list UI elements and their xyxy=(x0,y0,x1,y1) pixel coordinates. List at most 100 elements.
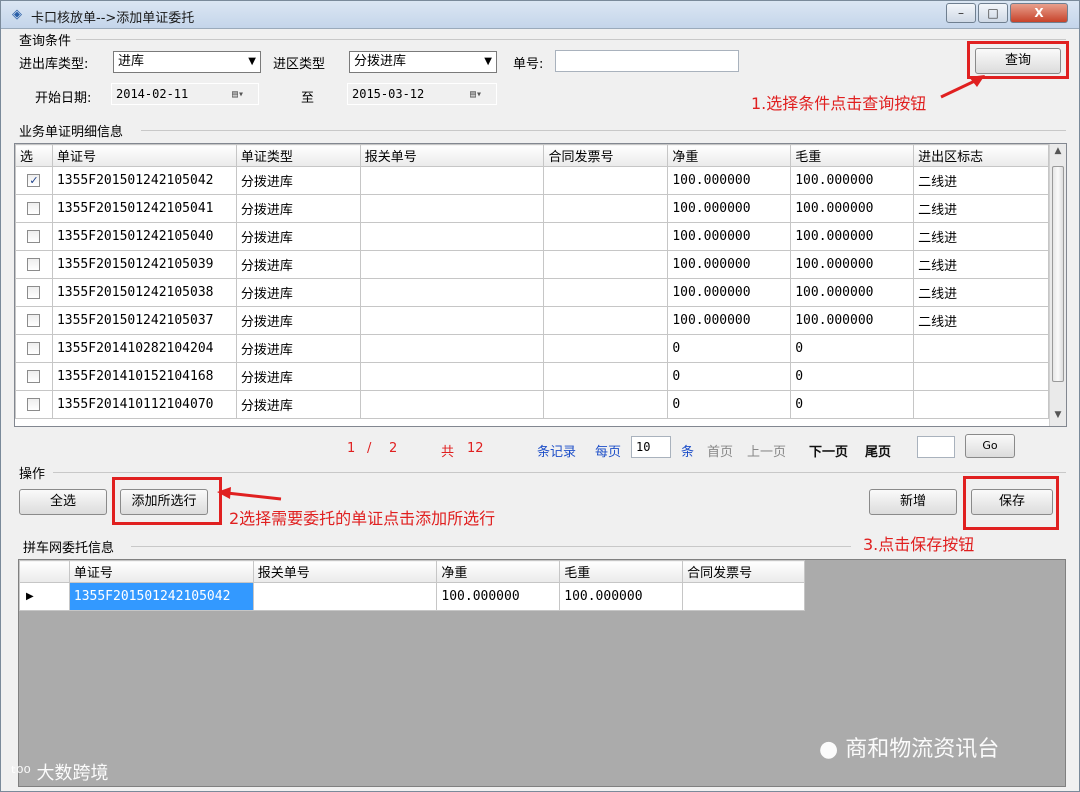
cell-io-flag: 二线进 xyxy=(913,222,1049,251)
io-type-select[interactable]: 进库 ▼ xyxy=(113,51,261,73)
calendar-icon[interactable]: ▤▾ xyxy=(470,85,494,103)
table-row[interactable]: 1355F201501242105038 分拨进库 100.000000 100.00… xyxy=(15,278,1049,307)
table-row[interactable]: 1355F201501242105039 分拨进库 100.000000 100.00… xyxy=(15,250,1049,279)
row-checkbox[interactable] xyxy=(27,286,41,299)
calendar-icon[interactable]: ▤▾ xyxy=(232,85,256,103)
row-checkbox[interactable] xyxy=(27,370,41,383)
row-checkbox[interactable] xyxy=(27,202,41,215)
table-row[interactable]: 1355F201501242105037 分拨进库 100.000000 100.00… xyxy=(15,306,1049,335)
cell-invoice xyxy=(543,166,669,195)
col-header-net-weight[interactable]: 净重 xyxy=(667,144,792,167)
cell-net-weight: 100.000000 xyxy=(667,166,792,195)
row-checkbox[interactable] xyxy=(27,258,41,271)
scroll-down-icon[interactable]: ▼ xyxy=(1050,410,1066,420)
vertical-scrollbar[interactable]: ▲ ▼ xyxy=(1049,144,1066,426)
chevron-down-icon: ▼ xyxy=(484,56,492,67)
detail-group-label: 业务单证明细信息 xyxy=(19,125,124,140)
last-page-link[interactable]: 尾页 xyxy=(865,441,891,460)
ops-group-label: 操作 xyxy=(19,467,46,482)
cell-gross-weight[interactable]: 100.000000 xyxy=(559,582,684,611)
goto-page-input[interactable] xyxy=(917,436,955,458)
scroll-up-icon[interactable]: ▲ xyxy=(1050,146,1066,156)
cell-invoice[interactable] xyxy=(682,582,805,611)
row-checkbox[interactable] xyxy=(27,314,41,327)
col-header-gross-weight[interactable]: 毛重 xyxy=(559,560,684,583)
end-date-picker[interactable]: 2015-03-12 ▤▾ xyxy=(347,83,497,105)
col-header-doc-no[interactable]: 单证号 xyxy=(68,560,254,583)
row-pointer-icon: ▶ xyxy=(19,582,70,611)
pager-records-label: 条记录 xyxy=(537,445,577,460)
cell-io-flag: 二线进 xyxy=(913,166,1049,195)
col-header-doc-type[interactable]: 单证类型 xyxy=(235,144,361,167)
prev-page-link[interactable]: 上一页 xyxy=(747,441,786,460)
row-checkbox[interactable] xyxy=(27,342,41,355)
row-checkbox[interactable] xyxy=(27,230,41,243)
table-row[interactable]: 1355F201501242105040 分拨进库 100.000000 100.00… xyxy=(15,222,1049,251)
go-button[interactable]: Go xyxy=(965,434,1015,458)
cell-invoice xyxy=(543,334,669,363)
cell-customs-no xyxy=(359,362,545,391)
cell-doc-no: 1355F201501242105038 xyxy=(51,278,237,307)
scroll-thumb[interactable] xyxy=(1052,166,1064,382)
close-button[interactable]: X xyxy=(1010,3,1068,23)
cell-net-weight: 0 xyxy=(667,362,792,391)
next-page-link[interactable]: 下一页 xyxy=(809,441,848,460)
table-row[interactable]: 1355F201410112104070 分拨进库 0 0 xyxy=(15,390,1049,419)
cell-io-flag xyxy=(913,334,1049,363)
col-header-customs-no[interactable]: 报关单号 xyxy=(252,560,438,583)
highlight-box xyxy=(963,476,1059,530)
cell-doc-no[interactable]: 1355F201501242105042 xyxy=(68,582,254,611)
col-header-net-weight[interactable]: 净重 xyxy=(436,560,561,583)
title-bar: ◈ 卡口核放单-->添加单证委托 – □ X xyxy=(1,1,1079,29)
delegation-header-row: 单证号 报关单号 净重 毛重 合同发票号 xyxy=(19,560,805,583)
table-row[interactable]: 1355F201410282104204 分拨进库 0 0 xyxy=(15,334,1049,363)
col-header-invoice[interactable]: 合同发票号 xyxy=(543,144,669,167)
cell-net-weight: 100.000000 xyxy=(667,222,792,251)
col-header-io-flag[interactable]: 进出区标志 xyxy=(913,144,1049,167)
cell-gross-weight: 100.000000 xyxy=(790,194,915,223)
col-header-gross-weight[interactable]: 毛重 xyxy=(790,144,915,167)
new-button[interactable]: 新增 xyxy=(869,489,957,515)
col-header-doc-no[interactable]: 单证号 xyxy=(51,144,237,167)
table-row[interactable]: ✓ 1355F201501242105042 分拨进库 100.000000 100.0… xyxy=(15,166,1049,195)
doc-no-input[interactable] xyxy=(555,50,739,72)
watermark-left-text: 大数跨境 xyxy=(36,763,109,784)
select-all-button[interactable]: 全选 xyxy=(19,489,107,515)
detail-table: 选 单证号 单证类型 报关单号 合同发票号 净重 毛重 进出区标志 ✓ 1355F… xyxy=(15,144,1049,419)
table-row[interactable]: ▶ 1355F201501242105042 100.000000 100.00… xyxy=(19,582,805,611)
table-row[interactable]: 1355F201501242105041 分拨进库 100.000000 100.00… xyxy=(15,194,1049,223)
col-header-customs-no[interactable]: 报关单号 xyxy=(359,144,545,167)
cell-customs-no xyxy=(359,250,545,279)
cell-customs-no xyxy=(359,194,545,223)
table-row[interactable]: 1355F201410152104168 分拨进库 0 0 xyxy=(15,362,1049,391)
cell-net-weight: 100.000000 xyxy=(667,250,792,279)
row-checkbox[interactable] xyxy=(27,398,41,411)
start-date-value: 2014-02-11 xyxy=(116,87,189,101)
cell-doc-no: 1355F201501242105042 xyxy=(51,166,237,195)
maximize-button[interactable]: □ xyxy=(978,3,1008,23)
cell-customs-no[interactable] xyxy=(252,582,438,611)
minimize-button[interactable]: – xyxy=(946,3,976,23)
cell-doc-type: 分拨进库 xyxy=(235,334,361,363)
divider xyxy=(131,546,851,547)
per-page-input[interactable]: 10 xyxy=(631,436,671,458)
cell-doc-no: 1355F201410112104070 xyxy=(51,390,237,419)
cell-invoice xyxy=(543,194,669,223)
cell-doc-no: 1355F201501242105040 xyxy=(51,222,237,251)
cell-gross-weight: 100.000000 xyxy=(790,222,915,251)
to-label: 至 xyxy=(301,91,315,106)
col-header-select[interactable]: 选 xyxy=(15,144,53,167)
zone-type-label: 进区类型 xyxy=(273,57,326,72)
first-page-link[interactable]: 首页 xyxy=(707,441,733,460)
start-date-picker[interactable]: 2014-02-11 ▤▾ xyxy=(111,83,259,105)
cell-net-weight[interactable]: 100.000000 xyxy=(436,582,561,611)
row-checkbox[interactable]: ✓ xyxy=(27,174,41,187)
zone-type-select[interactable]: 分拨进库 ▼ xyxy=(349,51,497,73)
window-title: 卡口核放单-->添加单证委托 xyxy=(31,11,195,26)
zone-type-value: 分拨进库 xyxy=(354,54,407,69)
divider xyxy=(53,472,1066,473)
cell-net-weight: 0 xyxy=(667,334,792,363)
pager-total-pages: 2 xyxy=(389,441,398,456)
cell-invoice xyxy=(543,362,669,391)
col-header-invoice[interactable]: 合同发票号 xyxy=(682,560,805,583)
